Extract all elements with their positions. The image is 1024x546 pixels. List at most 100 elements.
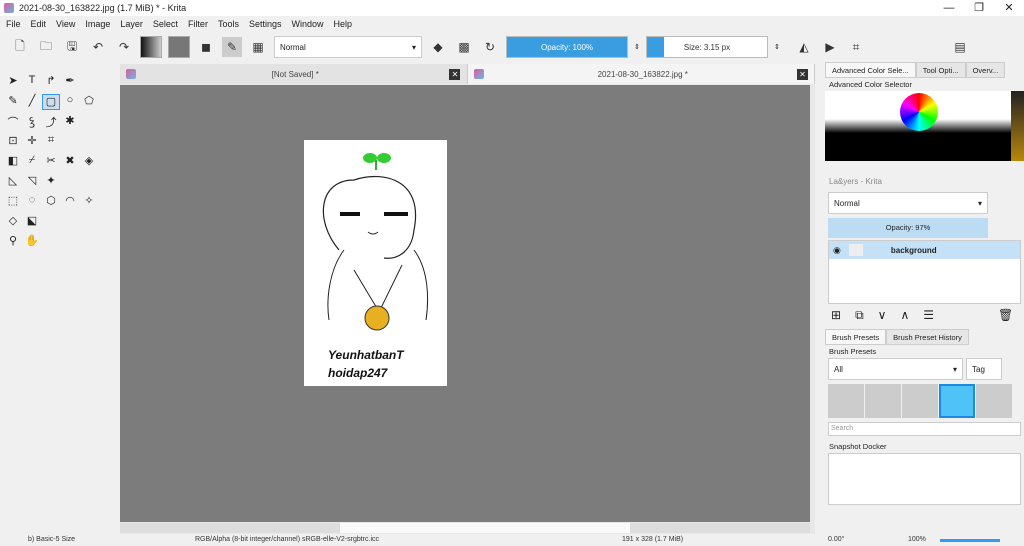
tab-brush-presets[interactable]: Brush Presets [825,329,887,345]
dynamic-brush-icon[interactable]: ⤴ [42,114,60,130]
save-icon[interactable]: 🖫 [62,37,82,57]
reference-icon[interactable]: ✦ [42,174,60,190]
polygon-select-icon[interactable]: ⬡ [42,194,60,210]
alpha-lock-icon[interactable]: ▩ [454,37,474,57]
magic-wand-icon[interactable]: ✧ [80,194,98,210]
select-shapes-icon[interactable]: ➤ [4,74,22,90]
menu-filter[interactable]: Filter [188,19,208,29]
menu-edit[interactable]: Edit [31,19,47,29]
brush-preset-item[interactable] [865,384,901,418]
layer-properties-icon[interactable]: ☰ [923,308,934,323]
transform-icon[interactable]: ⊡ [4,134,22,150]
brush-search-input[interactable]: Search [828,422,1021,436]
brush-preset-item[interactable] [828,384,864,418]
layer-row[interactable]: ◉ background [829,241,1020,259]
tab-advanced-color-selector[interactable]: Advanced Color Sele... [825,62,916,78]
calligraphy-icon[interactable]: ✒ [61,74,79,90]
eraser-icon[interactable]: ◆ [428,37,448,57]
mirror-vertical-icon[interactable]: ▶ [820,37,840,57]
polygon-tool-icon[interactable]: ⬠ [80,94,98,110]
measure-icon[interactable]: ◹ [23,174,41,190]
assistant-icon[interactable]: ◺ [4,174,22,190]
pattern-swatch[interactable] [168,36,190,58]
freehand-brush-icon[interactable]: ✎ [4,94,22,110]
menu-window[interactable]: Window [291,19,323,29]
add-layer-icon[interactable]: ⊞ [831,308,841,323]
gradient-swatch[interactable] [140,36,162,58]
color-picker-icon[interactable]: ⌿ [23,154,41,170]
menu-select[interactable]: Select [153,19,178,29]
fill-icon[interactable]: ◈ [80,154,98,170]
colorize-mask-icon[interactable]: ✂ [42,154,60,170]
freehand-path-icon[interactable]: ꝣ [23,114,41,130]
size-slider[interactable]: Size: 3.15 px [646,36,768,58]
close-button[interactable]: ✕ [994,0,1024,16]
brush-filter-select[interactable]: All ▾ [828,358,963,380]
tab-not-saved[interactable]: [Not Saved] * ✕ [120,64,468,84]
menu-settings[interactable]: Settings [249,19,282,29]
ellipse-tool-icon[interactable]: ○ [61,94,79,110]
open-folder-icon[interactable]: 🗀 [36,37,56,57]
new-document-icon[interactable]: 🗋 [10,37,30,57]
minimize-button[interactable]: — [934,0,964,16]
brush-preset-item[interactable] [976,384,1012,418]
close-tab-icon[interactable]: ✕ [797,68,808,80]
line-tool-icon[interactable]: ╱ [23,94,41,110]
brush-preset-item[interactable] [902,384,938,418]
delete-layer-icon[interactable]: 🗑 [998,308,1013,323]
undo-icon[interactable]: ↶ [88,37,108,57]
text-tool-icon[interactable]: T [23,74,41,90]
crop-icon[interactable]: ⌗ [42,134,60,150]
redo-icon[interactable]: ↷ [114,37,134,57]
hue-ring[interactable] [900,93,938,131]
gradient-icon[interactable]: ◧ [4,154,22,170]
move-icon[interactable]: ✛ [23,134,41,150]
menu-image[interactable]: Image [85,19,110,29]
bezier-icon[interactable]: ⌒ [4,114,22,130]
horizontal-scrollbar[interactable] [120,523,810,533]
tab-brush-preset-history[interactable]: Brush Preset History [886,329,969,345]
ellipse-select-icon[interactable]: ◌ [23,194,41,210]
move-up-icon[interactable]: ∧ [900,308,909,323]
menu-file[interactable]: File [6,19,21,29]
brush-preset-item-selected[interactable] [939,384,975,418]
canvas[interactable]: YeunhatbanT hoidap247 [120,85,810,522]
edit-shapes-icon[interactable]: ↱ [42,74,60,90]
blend-mode-select[interactable]: Normal ▾ [274,36,422,58]
layer-blend-select[interactable]: Normal ▾ [828,192,988,214]
rectangle-tool-icon[interactable]: ▢ [42,94,60,110]
freehand-select-icon[interactable]: ◠ [61,194,79,210]
menu-layer[interactable]: Layer [120,19,143,29]
move-down-icon[interactable]: ∨ [878,308,887,323]
opacity-slider[interactable]: Opacity: 100% [506,36,628,58]
close-tab-icon[interactable]: ✕ [449,68,461,80]
tab-document[interactable]: 2021-08-30_163822.jpg * ✕ [467,64,815,84]
brush-preset-icon[interactable]: ✎ [222,37,242,57]
pan-icon[interactable]: ✋ [23,234,41,250]
magnetic-select-icon[interactable]: ⬕ [23,214,41,230]
zoom-icon[interactable]: ⚲ [4,234,22,250]
tag-button[interactable]: Tag [966,358,1002,380]
tab-overview[interactable]: Overv... [965,62,1006,78]
wrap-around-icon[interactable]: ⌗ [846,37,866,57]
brush-settings-icon[interactable]: ▦ [248,37,268,57]
menu-help[interactable]: Help [334,19,353,29]
tab-tool-options[interactable]: Tool Opti... [915,62,966,78]
smart-patch-icon[interactable]: ✖ [61,154,79,170]
maximize-button[interactable]: ❐ [964,0,994,16]
bezier-select-icon[interactable]: ◇ [4,214,22,230]
menu-tools[interactable]: Tools [218,19,239,29]
reload-preset-icon[interactable]: ↻ [480,37,500,57]
color-selector[interactable] [825,91,1024,161]
menu-view[interactable]: View [56,19,75,29]
layer-opacity-slider[interactable]: Opacity: 97% [828,218,988,238]
docker-toggle-icon[interactable]: ▤ [950,37,970,57]
eye-icon[interactable]: ◉ [833,245,841,256]
rect-select-icon[interactable]: ⬚ [4,194,22,210]
fg-bg-color-icon[interactable]: ◼ [196,37,216,57]
duplicate-layer-icon[interactable]: ⧉ [855,308,864,323]
color-history[interactable] [1011,91,1024,161]
mirror-horizontal-icon[interactable]: ◭ [794,37,814,57]
zoom-slider[interactable] [940,539,1000,542]
multibrush-icon[interactable]: ✱ [61,114,79,130]
